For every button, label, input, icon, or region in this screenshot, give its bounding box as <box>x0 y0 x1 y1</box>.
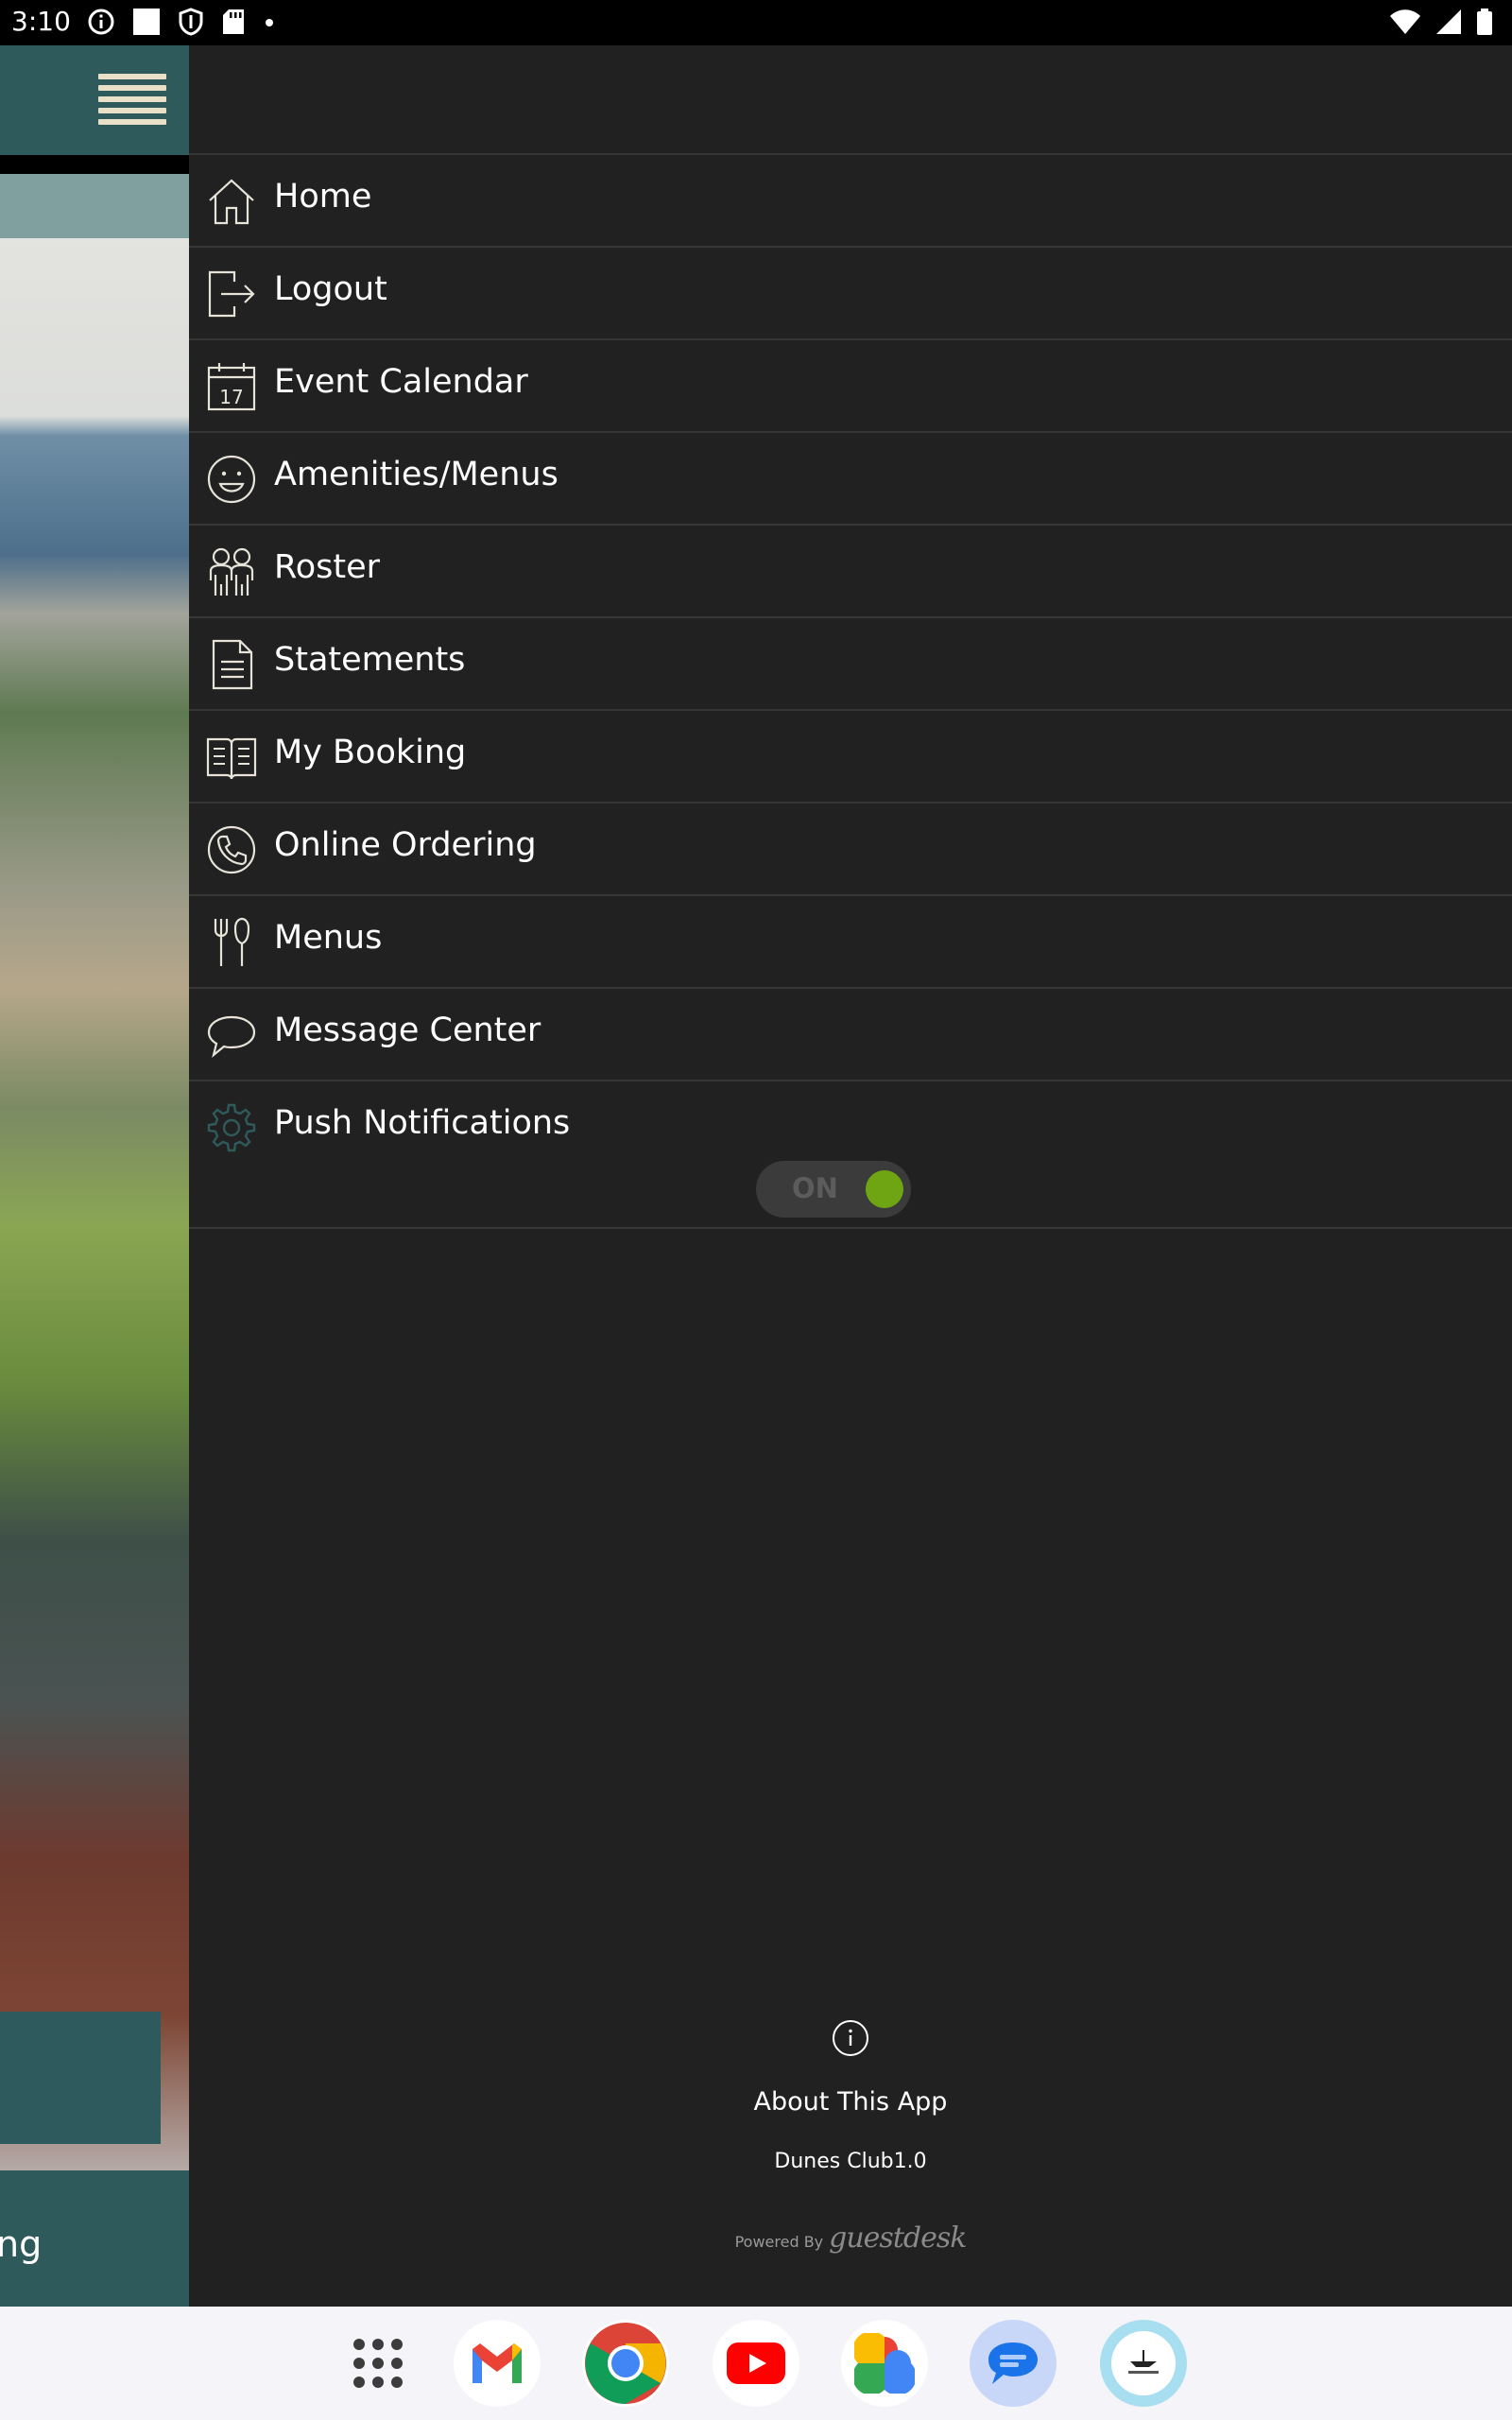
status-icons-left <box>87 8 276 36</box>
calendar-icon: 17 <box>207 363 256 411</box>
menu-item-message-center[interactable]: Message Center <box>189 989 1512 1081</box>
people-icon <box>209 547 254 596</box>
photos-icon[interactable] <box>841 2320 928 2407</box>
menu-item-home[interactable]: Home <box>189 155 1512 248</box>
fork-knife-icon <box>214 917 250 966</box>
navigation-drawer: Home Logout 17 Event Calendar Amenities/… <box>189 45 1512 2307</box>
menu-label: Online Ordering <box>274 826 537 864</box>
menu-label: Push Notifications <box>274 1104 571 1142</box>
gear-icon <box>207 1103 256 1152</box>
battery-icon <box>1477 9 1492 35</box>
menu-label: Roster <box>274 548 381 586</box>
menu-item-logout[interactable]: Logout <box>189 248 1512 340</box>
menu-item-menus[interactable]: Menus <box>189 896 1512 989</box>
powered-by: Powered By guestdesk <box>189 2221 1512 2255</box>
menu-label: My Booking <box>274 734 467 771</box>
menu-label: Home <box>274 178 372 216</box>
background-app: ng <box>0 45 189 2307</box>
chat-bubble-icon <box>207 1015 256 1058</box>
menu-label: Event Calendar <box>274 363 528 401</box>
menu-item-online-ordering[interactable]: Online Ordering <box>189 804 1512 896</box>
menu-item-amenities-menus[interactable]: Amenities/Menus <box>189 433 1512 526</box>
messages-icon[interactable] <box>970 2320 1057 2407</box>
status-bar: 3:10 <box>0 0 1512 45</box>
dunes-club-icon[interactable] <box>1100 2320 1187 2407</box>
toggle-knob <box>866 1170 903 1208</box>
guestdesk-logo: guestdesk <box>829 2221 967 2255</box>
sd-card-icon <box>223 9 244 34</box>
menu-label: Amenities/Menus <box>274 456 558 493</box>
book-icon <box>206 737 257 780</box>
app-version: Dunes Club1.0 <box>774 2150 927 2173</box>
powered-by-label: Powered By <box>734 2233 824 2251</box>
background-bottom-bar: ng <box>0 2170 189 2307</box>
about-this-app-link[interactable]: About This App <box>189 2087 1512 2117</box>
background-card <box>0 2012 161 2144</box>
menu-label: Menus <box>274 919 383 957</box>
menu-item-my-booking[interactable]: My Booking <box>189 711 1512 804</box>
dot-icon <box>266 19 273 26</box>
app-dock <box>0 2307 1512 2420</box>
hamburger-menu-icon[interactable] <box>98 74 166 127</box>
background-bottom-text: ng <box>0 2223 43 2265</box>
signal-icon <box>1436 9 1461 34</box>
wifi-icon <box>1390 9 1420 34</box>
home-icon <box>209 179 254 225</box>
info-icon <box>88 9 114 35</box>
push-notifications-toggle[interactable]: ON <box>756 1161 911 1218</box>
status-icons-right <box>1389 8 1493 36</box>
background-header <box>0 45 189 155</box>
toggle-label: ON <box>792 1172 838 1204</box>
menu-item-roster[interactable]: Roster <box>189 526 1512 618</box>
menu-item-statements[interactable]: Statements <box>189 618 1512 711</box>
about-info-icon[interactable] <box>189 2019 1512 2061</box>
background-band <box>0 174 189 238</box>
menu-label: Statements <box>274 641 466 679</box>
logout-icon <box>208 270 255 318</box>
status-time: 3:10 <box>11 6 71 37</box>
document-icon <box>212 639 253 690</box>
info-icon <box>833 2020 868 2056</box>
menu-item-event-calendar[interactable]: 17 Event Calendar <box>189 340 1512 433</box>
shield-icon <box>179 8 203 36</box>
gmail-icon[interactable] <box>454 2320 541 2407</box>
menu-item-push-notifications: Push Notifications ON <box>189 1081 1512 1229</box>
smiley-icon <box>207 455 256 504</box>
drawer-header <box>189 45 1512 155</box>
svg-text:17: 17 <box>219 386 243 408</box>
app-drawer-icon[interactable] <box>335 2320 421 2407</box>
chrome-icon[interactable] <box>582 2320 669 2407</box>
menu-label: Message Center <box>274 1011 541 1049</box>
background-photo <box>0 238 189 2214</box>
phone-icon <box>207 825 256 874</box>
youtube-icon[interactable] <box>713 2320 799 2407</box>
menu-label: Logout <box>274 270 387 308</box>
square-icon <box>133 9 160 35</box>
